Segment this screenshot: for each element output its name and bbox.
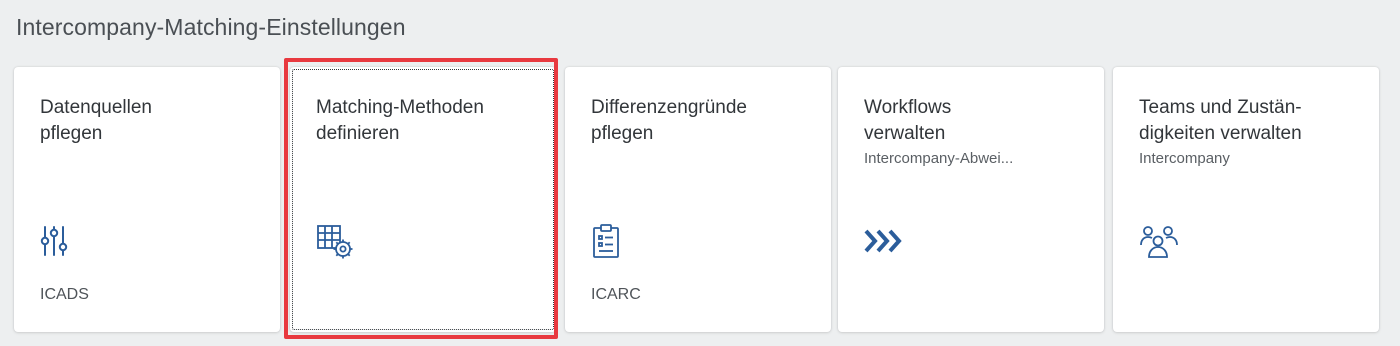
sliders-icon: [40, 223, 76, 259]
table-settings-icon: [316, 223, 353, 259]
tile-differenzengruende-pflegen[interactable]: Differenzengründe pflegen ICARC: [565, 67, 831, 332]
tile-title: Teams und Zustän- digkeiten verwalten: [1139, 97, 1302, 144]
tile-title: Differenzengründe pflegen: [591, 97, 747, 144]
tile-workflows-verwalten[interactable]: Workflows verwalten Intercompany-Abwei..…: [838, 67, 1104, 332]
tile-footer: ICADS: [40, 286, 89, 303]
tile-matching-methoden-definieren[interactable]: Matching-Methoden definieren: [290, 67, 556, 332]
tile-subtitle: Intercompany-Abwei...: [864, 150, 1014, 167]
tile-teams-und-zustaendigkeiten-verwalten[interactable]: Teams und Zustän- digkeiten verwalten In…: [1113, 67, 1379, 332]
tile-title: Datenquellen pflegen: [40, 97, 152, 144]
workflow-chevrons-icon: [864, 223, 902, 259]
group-title: Intercompany-Matching-Einstellungen: [16, 14, 406, 40]
tile-title: Matching-Methoden definieren: [316, 97, 484, 144]
tile-subtitle: Intercompany: [1139, 150, 1230, 167]
tile-datenquellen-pflegen[interactable]: Datenquellen pflegen ICADS: [14, 67, 280, 332]
tile-footer: ICARC: [591, 286, 641, 303]
clipboard-list-icon: [591, 223, 627, 259]
tile-title: Workflows verwalten: [864, 97, 952, 144]
group-people-icon: [1139, 223, 1178, 259]
